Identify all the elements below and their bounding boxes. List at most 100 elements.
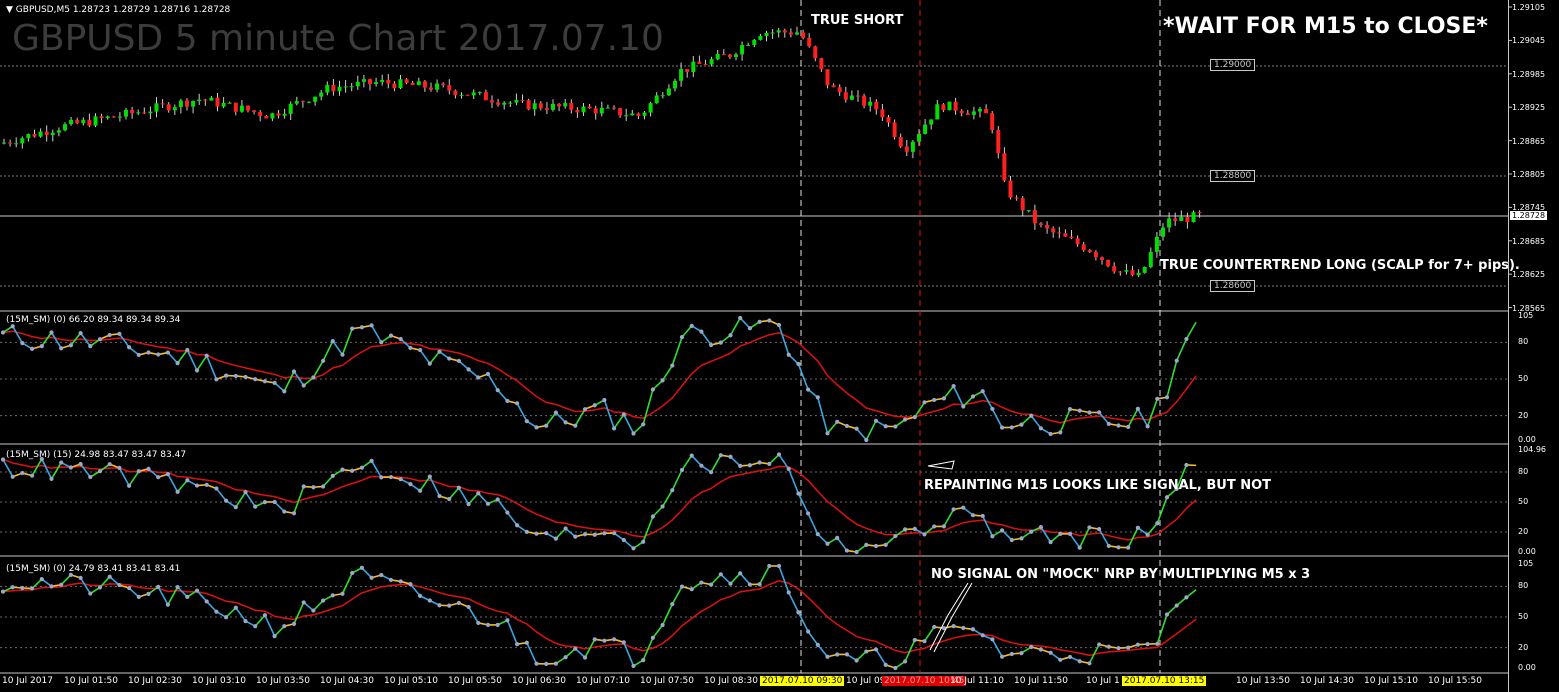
candle-body	[56, 130, 61, 133]
candle-body	[252, 110, 257, 113]
oscillator-segment	[642, 389, 654, 425]
oscillator-dot	[1019, 422, 1024, 427]
oscillator-dot	[1019, 650, 1024, 656]
oscillator-segment	[167, 352, 179, 364]
oscillator-dot	[776, 322, 782, 328]
candle-body	[1154, 236, 1159, 252]
oscillator-dot	[932, 524, 937, 529]
oscillator-dot	[165, 350, 170, 355]
dropdown-arrow-icon[interactable]: ▼	[6, 5, 16, 15]
chart-canvas[interactable]	[0, 0, 1559, 692]
candle-body	[947, 101, 952, 111]
oscillator-dot	[78, 331, 83, 336]
oscillator-segment	[671, 336, 683, 366]
oscillator-dot	[990, 406, 995, 412]
oscillator-dot	[893, 533, 898, 539]
indicator-axis-tick: 20	[1518, 410, 1529, 420]
candle-body	[398, 79, 403, 89]
oscillator-dot	[388, 577, 394, 583]
candle-body	[849, 95, 854, 100]
candle-body	[715, 53, 720, 60]
oscillator-segment	[50, 332, 62, 349]
indicator-axis-tick: 50	[1518, 497, 1529, 506]
oscillator-dot	[243, 490, 248, 495]
oscillator-dot	[1048, 431, 1053, 437]
oscillator-dot	[747, 582, 753, 587]
oscillator-dot	[612, 637, 617, 642]
candle-body	[880, 109, 885, 118]
oscillator-dot	[1097, 642, 1102, 647]
oscillator-dot	[1126, 424, 1131, 430]
oscillator-dot	[388, 474, 394, 480]
oscillator-dot	[806, 511, 811, 516]
oscillator-dot	[903, 417, 908, 422]
oscillator-dot	[951, 383, 956, 389]
arrow-icon	[927, 460, 955, 470]
oscillator-dot	[1038, 426, 1043, 431]
oscillator-segment	[79, 577, 91, 594]
oscillator-dot	[388, 333, 394, 338]
indicator-axis-tick: 104.96	[1518, 445, 1546, 454]
oscillator-dot	[282, 389, 287, 394]
oscillator-dot	[1019, 536, 1024, 541]
oscillator-dot	[437, 603, 442, 608]
candle-body	[740, 45, 745, 55]
candle-body	[81, 119, 86, 124]
time-axis-tick: 10 Jul 03:10	[192, 676, 246, 686]
candle-body	[422, 81, 427, 88]
repaint-annotation: REPAINTING M15 LOOKS LIKE SIGNAL, BUT NO…	[924, 478, 1272, 493]
oscillator-segment	[419, 476, 431, 492]
oscillator-dot	[563, 655, 568, 660]
price-axis-tick: 1.28985	[1512, 69, 1546, 79]
oscillator-segment	[322, 475, 334, 488]
oscillator-dot	[883, 662, 888, 667]
oscillator-dot	[59, 346, 64, 351]
candle-body	[1014, 197, 1019, 199]
oscillator-dot	[1087, 525, 1092, 530]
oscillator-dot	[175, 584, 180, 590]
candle-body	[648, 103, 653, 113]
oscillator-dot	[379, 475, 384, 480]
candle-body	[136, 112, 141, 114]
oscillator-dot	[767, 563, 772, 569]
oscillator-dot	[1029, 529, 1034, 534]
oscillator-dot	[78, 461, 83, 467]
candle-body	[1130, 270, 1135, 276]
indicator-axis-tick: 80	[1518, 337, 1529, 347]
oscillator-dot	[553, 536, 559, 541]
oscillator-dot	[1067, 407, 1073, 412]
candle-body	[2, 142, 6, 144]
candle-body	[69, 119, 74, 125]
candle-body	[1063, 233, 1068, 237]
oscillator-dot	[883, 542, 888, 547]
candle-body	[1136, 272, 1141, 276]
candle-body	[801, 32, 806, 38]
time-axis-tick: 10 Jul 02:30	[128, 676, 182, 686]
oscillator-dot	[1135, 525, 1140, 530]
oscillator-segment	[807, 513, 819, 535]
oscillator-dot	[408, 482, 413, 487]
oscillator-dot	[253, 624, 258, 629]
oscillator-dot	[29, 346, 35, 351]
candle-body	[483, 92, 488, 101]
oscillator-dot	[1155, 396, 1160, 401]
oscillator-dot	[1145, 641, 1150, 647]
oscillator-dot	[970, 394, 976, 399]
oscillator-dot	[544, 661, 549, 667]
candle-body	[14, 143, 19, 145]
oscillator-dot	[757, 582, 762, 587]
oscillator-dot	[806, 629, 811, 634]
price-axis-tick: 1.28925	[1512, 103, 1546, 113]
oscillator-segment	[700, 331, 712, 346]
oscillator-dot	[679, 335, 685, 340]
oscillator-dot	[1097, 410, 1102, 415]
oscillator-dot	[107, 332, 112, 338]
oscillator-segment	[681, 325, 693, 338]
time-axis-tick: 10 Jul 08:30	[704, 676, 758, 686]
candle-body	[868, 101, 873, 106]
candle-body	[264, 116, 269, 119]
time-axis-tick: 10 Jul 1	[1086, 676, 1120, 686]
oscillator-dot	[233, 505, 238, 510]
candle-body	[191, 101, 196, 107]
oscillator-dot	[612, 531, 617, 536]
